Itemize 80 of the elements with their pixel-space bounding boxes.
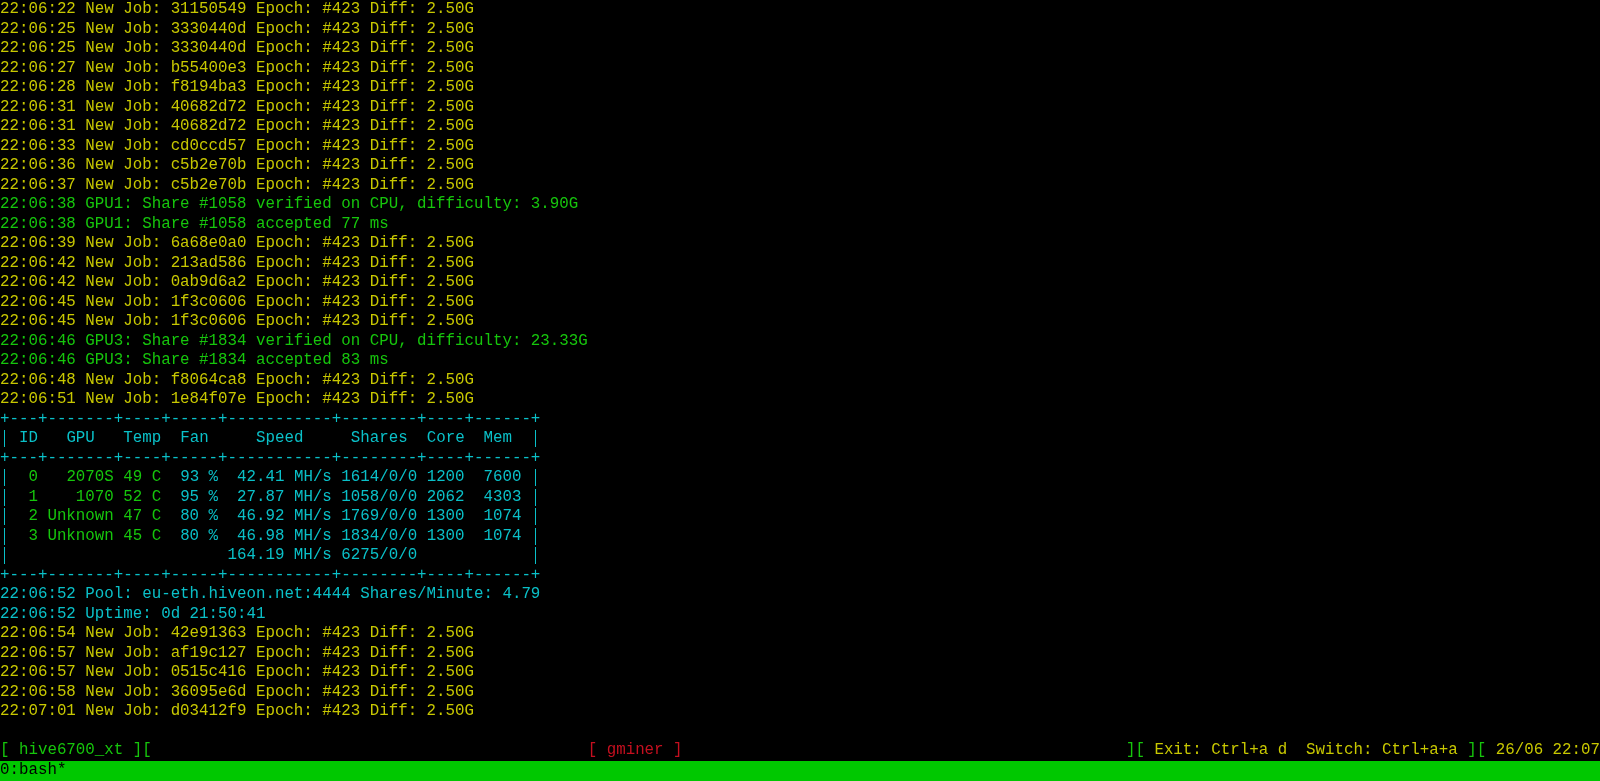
log-line: 22:06:46 GPU3: Share #1834 accepted 83 ms (0, 351, 389, 369)
log-line: 22:06:25 New Job: 3330440d Epoch: #423 Diff: 2.50G (0, 39, 474, 57)
log-line: 22:06:22 New Job: 31150549 Epoch: #423 Diff: 2.50G (0, 0, 474, 18)
total-shares: 6275/0/0 (341, 546, 418, 566)
gpu-model: Unknown (47, 507, 114, 527)
log-line: 22:06:58 New Job: 36095e6d Epoch: #423 Diff: 2.50G (0, 682, 474, 701)
table-border: +---+-------+----+-----+-----------+--------+----+------+ (0, 409, 541, 428)
memory-clock: 1074 (483, 507, 522, 527)
column-header: ID (18, 429, 38, 449)
log-line: 22:06:25 New Job: 3330440d Epoch: #423 Diff: 2.50G (0, 19, 474, 38)
fan-speed: 80 % (180, 526, 219, 546)
log-line: 22:06:36 New Job: c5b2e70b Epoch: #423 Diff: 2.50G (0, 156, 474, 174)
log-line: 22:06:31 New Job: 40682d72 Epoch: #423 Diff: 2.50G (0, 97, 474, 116)
core-clock: 1300 (426, 507, 465, 527)
log-line: 22:06:48 New Job: f8064ca8 Epoch: #423 Diff: 2.50G (0, 370, 474, 389)
log-line: 22:06:31 New Job: 40682d72 Epoch: #423 Diff: 2.50G (0, 117, 474, 135)
temperature: 52 C (123, 487, 162, 507)
bracket-text: ][ (1125, 741, 1145, 761)
column-header: Shares (350, 429, 408, 449)
temperature: 47 C (123, 507, 162, 527)
window-tab[interactable]: 0:bash* (0, 760, 1600, 780)
shares: 1769/0/0 (341, 507, 418, 527)
table-border: +---+-------+----+-----+-----------+--------+----+------+ (0, 448, 541, 467)
log-line: 22:06:52 Pool: eu-eth.hiveon.net:4444 Shares/Minute: 4.79 (0, 585, 541, 603)
temperature: 45 C (123, 526, 162, 546)
log-line: 22:06:45 New Job: 1f3c0606 Epoch: #423 Diff: 2.50G (0, 292, 474, 311)
log-line: 22:06:33 New Job: cd0ccd57 Epoch: #423 Diff: 2.50G (0, 136, 474, 155)
hashrate: 46.92 MH/s (237, 507, 332, 527)
shares: 1834/0/0 (341, 526, 418, 546)
log-line: 22:06:39 New Job: 6a68e0a0 Epoch: #423 Diff: 2.50G (0, 234, 474, 252)
column-header: Temp (123, 429, 162, 449)
log-line: 22:06:45 New Job: 1f3c0606 Epoch: #423 Diff: 2.50G (0, 312, 474, 330)
log-line: 22:06:37 New Job: c5b2e70b Epoch: #423 Diff: 2.50G (0, 175, 474, 194)
temperature: 49 C (123, 468, 162, 488)
log-line: 22:06:46 GPU3: Share #1834 verified on CPU, difficulty: 23.33G (0, 331, 588, 350)
shares: 1614/0/0 (341, 468, 418, 488)
log-line: 22:07:01 New Job: d03412f9 Epoch: #423 Diff: 2.50G (0, 702, 474, 720)
fan-speed: 95 % (180, 487, 219, 507)
clock-text: 26/06 22:07 (1495, 741, 1600, 761)
gpu-id: 0 (28, 468, 38, 488)
memory-clock: 7600 (483, 468, 522, 488)
log-line: 22:06:52 Uptime: 0d 21:50:41 (0, 604, 266, 623)
hashrate: 46.98 MH/s (237, 526, 332, 546)
gpu-model: 2070S (66, 468, 114, 488)
log-line: 22:06:51 New Job: 1e84f07e Epoch: #423 Diff: 2.50G (0, 390, 474, 408)
fan-speed: 93 % (180, 468, 219, 488)
bracket-text: ][ (1467, 741, 1487, 761)
core-clock: 1300 (426, 526, 465, 546)
core-clock: 1200 (426, 468, 465, 488)
gpu-id: 1 (28, 487, 38, 507)
total-hashrate: 164.19 MH/s (227, 546, 332, 566)
gpu-model: Unknown (47, 526, 114, 546)
log-line: 22:06:38 GPU1: Share #1058 accepted 77 ms (0, 214, 389, 233)
session-name: [ hive6700_xt ][ (0, 741, 152, 759)
hashrate: 42.41 MH/s (237, 468, 332, 488)
hashrate: 27.87 MH/s (237, 487, 332, 507)
column-header: GPU (66, 429, 95, 449)
shares: 1058/0/0 (341, 487, 418, 507)
column-header: Speed (256, 429, 304, 449)
memory-clock: 4303 (483, 487, 522, 507)
column-header: Fan (180, 429, 209, 449)
log-line: 22:06:38 GPU1: Share #1058 verified on CPU, difficulty: 3.90G (0, 195, 579, 213)
shortcut-hint: Switch: Ctrl+a+a (1306, 741, 1458, 761)
table-border: +---+-------+----+-----+-----------+--------+----+------+ (0, 565, 541, 584)
column-header: Core (426, 429, 465, 449)
log-line: 22:06:57 New Job: 0515c416 Epoch: #423 Diff: 2.50G (0, 663, 474, 681)
core-clock: 2062 (426, 487, 465, 507)
gpu-id: 2 (28, 507, 38, 527)
log-line: 22:06:54 New Job: 42e91363 Epoch: #423 Diff: 2.50G (0, 624, 474, 642)
log-line: 22:06:28 New Job: f8194ba3 Epoch: #423 Diff: 2.50G (0, 78, 474, 96)
gpu-id: 3 (28, 526, 38, 546)
column-header: Mem (483, 429, 513, 449)
fan-speed: 80 % (180, 507, 219, 527)
memory-clock: 1074 (483, 526, 522, 546)
shortcut-hint: Exit: Ctrl+a d (1154, 741, 1288, 761)
log-line: 22:06:42 New Job: 213ad586 Epoch: #423 Diff: 2.50G (0, 253, 474, 272)
log-line: 22:06:27 New Job: b55400e3 Epoch: #423 Diff: 2.50G (0, 58, 474, 77)
log-line: 22:06:57 New Job: af19c127 Epoch: #423 Diff: 2.50G (0, 643, 474, 662)
gpu-model: 1070 (75, 487, 114, 507)
log-line: 22:06:42 New Job: 0ab9d6a2 Epoch: #423 Diff: 2.50G (0, 273, 474, 291)
